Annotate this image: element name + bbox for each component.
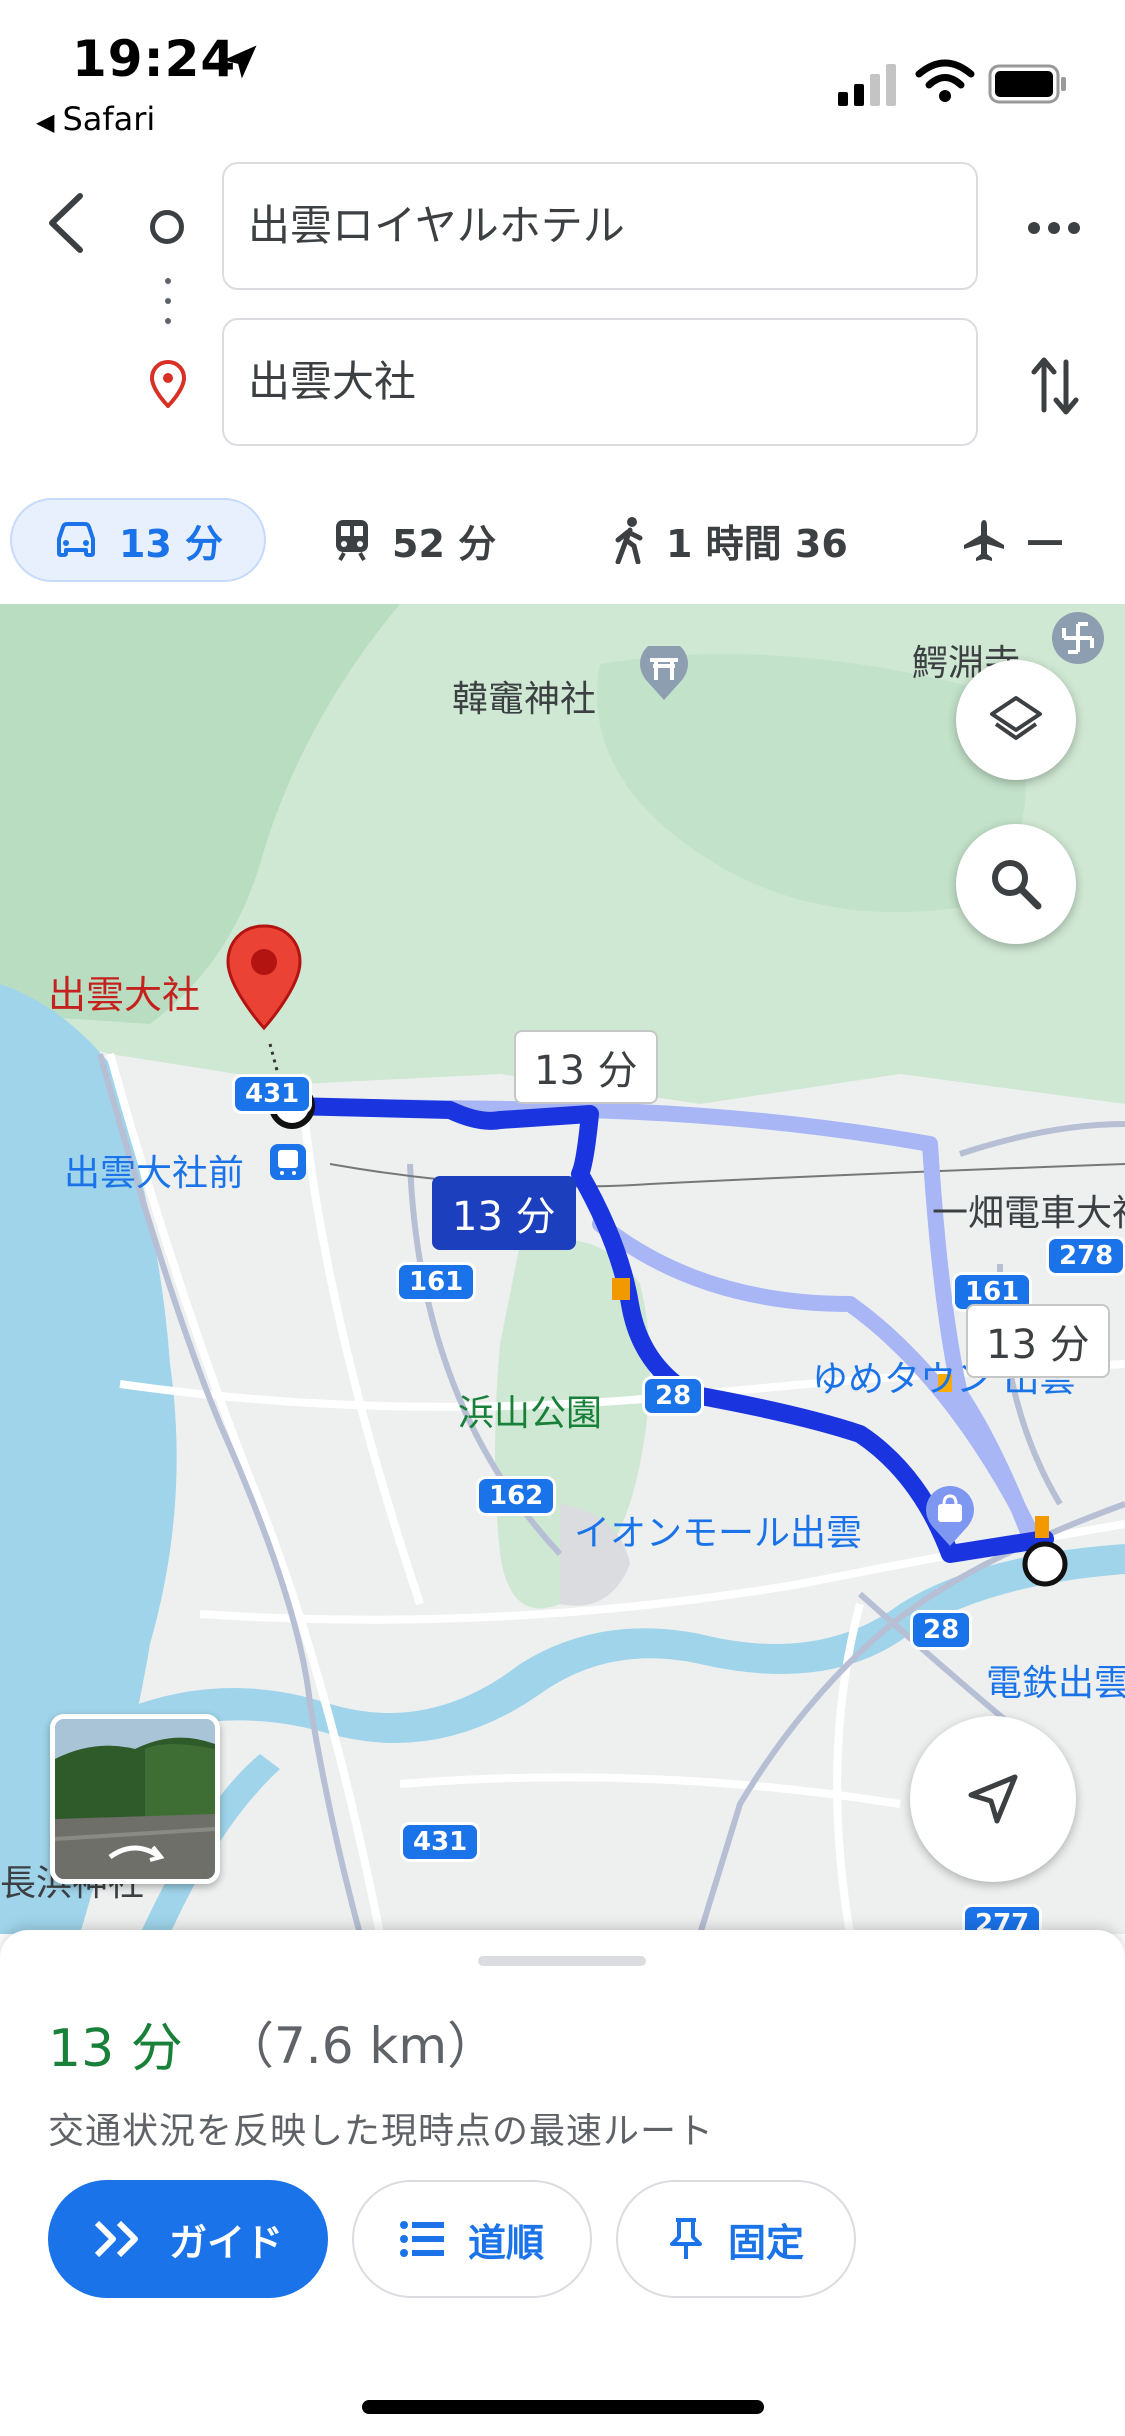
battery-icon (988, 64, 1066, 104)
mode-walking-label: 1 時間 36 (666, 521, 848, 566)
route-callout-selected[interactable]: 13 分 (432, 1176, 576, 1250)
road-shield: 278 (1046, 1236, 1125, 1276)
mode-walking[interactable]: 1 時間 36 (612, 498, 848, 582)
status-bar: 19:24 ◀ Safari (0, 0, 1125, 150)
search-button[interactable] (956, 824, 1076, 944)
wifi-icon (915, 59, 975, 102)
car-icon (56, 522, 95, 557)
location-arrow-icon (223, 45, 257, 79)
destination-input[interactable]: 出雲大社 (222, 318, 978, 446)
guide-button[interactable]: ガイド (48, 2180, 328, 2298)
back-to-safari[interactable]: ◀ Safari (36, 100, 155, 138)
back-arrow-icon[interactable] (40, 188, 96, 258)
mode-flight-label: — (1026, 518, 1064, 562)
road-shield: 161 (396, 1262, 477, 1302)
layers-icon (990, 696, 1042, 740)
mode-transit-label: 52 分 (392, 521, 497, 566)
label-izumo-taisha: 出雲大社 (48, 973, 201, 1017)
label-izumo-taisha-mae: 出雲大社前 (64, 1153, 245, 1194)
mode-flight[interactable]: — (962, 498, 1064, 582)
route-callout-alt-1[interactable]: 13 分 (514, 1030, 658, 1104)
mode-driving-label: 13 分 (118, 521, 224, 566)
status-time: 19:24 (72, 30, 237, 88)
road-shield: 431 (232, 1074, 313, 1114)
steps-button-label: 道順 (467, 2220, 544, 2265)
destination-pin-icon (150, 360, 186, 408)
mode-driving[interactable]: 13 分 (10, 498, 266, 582)
label-kanzaki-shrine: 韓竈神社 (452, 679, 597, 720)
road-shield: 162 (476, 1476, 557, 1516)
train-station-icon (270, 1144, 306, 1180)
pin-button[interactable]: 固定 (616, 2180, 856, 2298)
shopping-icon (926, 1486, 974, 1546)
temple-icon (1052, 612, 1104, 664)
mode-transit[interactable]: 52 分 (332, 498, 496, 582)
navigation-arrow-icon (968, 1774, 1018, 1824)
back-app-label: Safari (62, 100, 156, 138)
navigate-button[interactable] (910, 1716, 1076, 1882)
walk-icon (615, 517, 643, 564)
sheet-drag-handle[interactable] (478, 1956, 646, 1966)
route-callout-alt-2[interactable]: 13 分 (966, 1304, 1110, 1378)
double-chevron-icon (94, 2220, 138, 2258)
route-connector-icon (165, 278, 171, 338)
route-details-sheet: 13 分 （7.6 km） 交通状況を反映した現時点の最速ルート ガイド 道順 … (0, 1930, 1125, 2436)
road-shield: 431 (400, 1822, 481, 1862)
label-dentetsu-izumo: 電鉄出雲 (986, 1663, 1125, 1704)
origin-input[interactable]: 出雲ロイヤルホテル (222, 162, 978, 290)
route-subtitle: 交通状況を反映した現時点の最速ルート (48, 2111, 715, 2152)
layers-button[interactable] (956, 660, 1076, 780)
swap-route-icon[interactable] (1030, 354, 1080, 418)
road-shield: 28 (642, 1376, 705, 1416)
back-triangle-icon: ◀ (36, 108, 55, 136)
route-distance: （7.6 km） (224, 2017, 498, 2075)
more-options-icon[interactable] (1024, 210, 1084, 246)
route-duration: 13 分 (48, 2019, 183, 2079)
street-view-image (55, 1719, 215, 1879)
flight-icon (964, 520, 1004, 561)
travel-mode-tabs: 13 分 52 分 1 時間 36 — (0, 490, 1125, 590)
label-ichibata-line: 一畑電車大社 (932, 1193, 1125, 1234)
origin-circle-icon (150, 210, 184, 244)
cellular-signal-icon (838, 64, 896, 106)
pushpin-icon (669, 2218, 702, 2259)
road-shield: 28 (910, 1610, 973, 1650)
destination-map-pin-icon (226, 924, 302, 1031)
steps-button[interactable]: 道順 (352, 2180, 592, 2298)
pin-button-label: 固定 (727, 2220, 804, 2265)
label-aeon-mall: イオンモール出雲 (574, 1513, 863, 1554)
home-indicator[interactable] (362, 2400, 764, 2414)
train-icon (336, 520, 368, 561)
label-hamayama-park: 浜山公園 (458, 1393, 603, 1434)
street-view-thumbnail[interactable] (50, 1714, 220, 1884)
shrine-icon (640, 646, 688, 700)
list-icon (399, 2221, 444, 2257)
search-icon (992, 860, 1042, 910)
guide-button-label: ガイド (168, 2220, 283, 2265)
